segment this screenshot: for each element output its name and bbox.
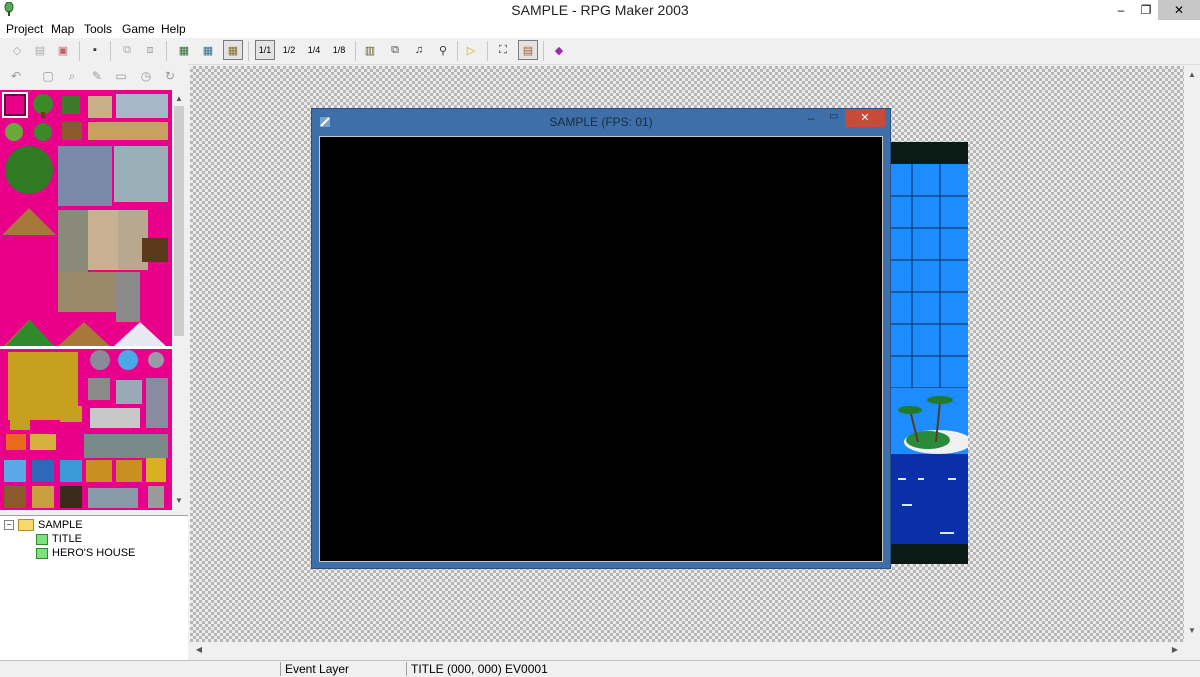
scroll-up-icon[interactable]: ▲ [1185, 68, 1199, 82]
menu-project[interactable]: Project [6, 22, 43, 36]
tool-undo-icon[interactable]: ↶ [8, 68, 24, 84]
fullscreen-icon[interactable]: ⛶ [494, 41, 512, 59]
zoom-1-4-button[interactable]: 1/4 [305, 41, 323, 59]
scroll-down-icon[interactable]: ▼ [1185, 624, 1199, 638]
map-label: HERO'S HOUSE [52, 547, 136, 559]
playtest-minimize-button[interactable]: – [804, 111, 818, 125]
tree-root-row[interactable]: − SAMPLE [4, 518, 83, 532]
drawing-tools-bar: ↶ ▢ ⌕ ✎ ▭ ◷ ↻ [0, 64, 188, 90]
scroll-up-icon[interactable]: ▲ [172, 92, 186, 106]
map-tiles-preview [888, 142, 968, 564]
toolbar-separator [543, 41, 544, 61]
close-button[interactable]: ✕ [1158, 0, 1200, 20]
tool-fill-icon[interactable]: ↻ [162, 68, 178, 84]
game-screen[interactable] [319, 136, 883, 562]
tree-root-label: SAMPLE [38, 519, 83, 531]
map-icon [36, 533, 48, 545]
toolbar-separator [355, 41, 356, 61]
title-screen-icon[interactable]: ▤ [518, 40, 538, 60]
tileset-graphic [0, 92, 172, 508]
main-toolbar: ◇ ▤ ▣ ▪ ⧉ ⧈ ▦ ▦ ▦ 1/1 1/2 1/4 1/8 ▥ ⧉ ♫ … [0, 38, 1200, 65]
tool-circle-icon[interactable]: ◷ [138, 68, 154, 84]
tool-pencil-icon[interactable]: ✎ [89, 68, 105, 84]
zoom-1-1-button[interactable]: 1/1 [255, 40, 275, 60]
window-title: SAMPLE - RPG Maker 2003 [511, 2, 689, 18]
menu-map[interactable]: Map [51, 22, 74, 36]
window-titlebar: SAMPLE - RPG Maker 2003 – ❐ ✕ [0, 0, 1200, 20]
tool-select-icon[interactable]: ▢ [40, 68, 56, 84]
lower-layer-icon[interactable]: ▦ [175, 41, 193, 59]
toolbar-separator [79, 41, 80, 61]
new-project-icon[interactable]: ▤ [31, 41, 49, 59]
resource-manager-icon[interactable]: ⧉ [386, 41, 404, 59]
status-position: TITLE (000, 000) EV0001 [406, 662, 711, 676]
scroll-left-icon[interactable]: ◀ [192, 643, 206, 657]
playtest-titlebar[interactable]: SAMPLE (FPS: 01) – ▭ ✕ [312, 109, 890, 135]
tree-map-heros-house[interactable]: HERO'S HOUSE [36, 546, 135, 560]
tool-zoom-icon[interactable]: ⌕ [64, 68, 80, 84]
playtest-maximize-button[interactable]: ▭ [827, 111, 841, 125]
toolbar-separator [166, 41, 167, 61]
palette-scroll-thumb[interactable] [174, 106, 184, 336]
menu-game[interactable]: Game [122, 22, 155, 36]
scroll-right-icon[interactable]: ▶ [1168, 643, 1182, 657]
search-icon[interactable]: ⚲ [434, 41, 452, 59]
folder-icon [18, 519, 34, 531]
toolbar-separator [487, 41, 488, 61]
map-horizontal-scrollbar[interactable]: ◀ ▶ [190, 642, 1184, 658]
playtest-icon[interactable]: ▷ [462, 41, 480, 59]
toolbar-separator [248, 41, 249, 61]
zoom-1-8-button[interactable]: 1/8 [330, 41, 348, 59]
open-project-icon[interactable]: ◇ [8, 41, 26, 59]
event-layer-icon[interactable]: ▦ [223, 40, 243, 60]
playtest-close-button[interactable]: ✕ [845, 109, 885, 127]
zoom-1-2-button[interactable]: 1/2 [280, 41, 298, 59]
palette-scrollbar[interactable]: ▲ ▼ [172, 90, 186, 510]
menu-help[interactable]: Help [161, 22, 186, 36]
map-vertical-scrollbar[interactable]: ▲ ▼ [1184, 66, 1200, 642]
menu-bar: Project Map Tools Game Help [0, 20, 1200, 38]
ocean-island-tiles [888, 142, 968, 564]
close-project-icon[interactable]: ▣ [54, 41, 72, 59]
map-tree: − SAMPLE TITLE HERO'S HOUSE [0, 515, 188, 661]
database-icon[interactable]: ▥ [361, 41, 379, 59]
collapse-icon[interactable]: − [4, 520, 14, 530]
menu-tools[interactable]: Tools [84, 22, 112, 36]
scroll-down-icon[interactable]: ▼ [172, 494, 186, 508]
help-book-icon[interactable]: ◆ [550, 41, 568, 59]
undo-icon[interactable]: ⧉ [118, 41, 136, 59]
status-bar: Event Layer TITLE (000, 000) EV0001 [0, 660, 1200, 677]
toolbar-separator [110, 41, 111, 61]
tool-rectangle-icon[interactable]: ▭ [113, 68, 129, 84]
tile-palette[interactable] [0, 90, 172, 510]
sound-test-icon[interactable]: ♫ [410, 41, 428, 59]
upper-layer-icon[interactable]: ▦ [199, 41, 217, 59]
playtest-window[interactable]: SAMPLE (FPS: 01) – ▭ ✕ [311, 108, 891, 569]
tree-map-title[interactable]: TITLE [36, 532, 82, 546]
map-label: TITLE [52, 533, 82, 545]
map-icon [36, 547, 48, 559]
status-layer: Event Layer [280, 662, 405, 676]
redo-icon[interactable]: ⧈ [141, 41, 159, 59]
save-icon[interactable]: ▪ [86, 41, 104, 59]
toolbar-separator [457, 41, 458, 61]
